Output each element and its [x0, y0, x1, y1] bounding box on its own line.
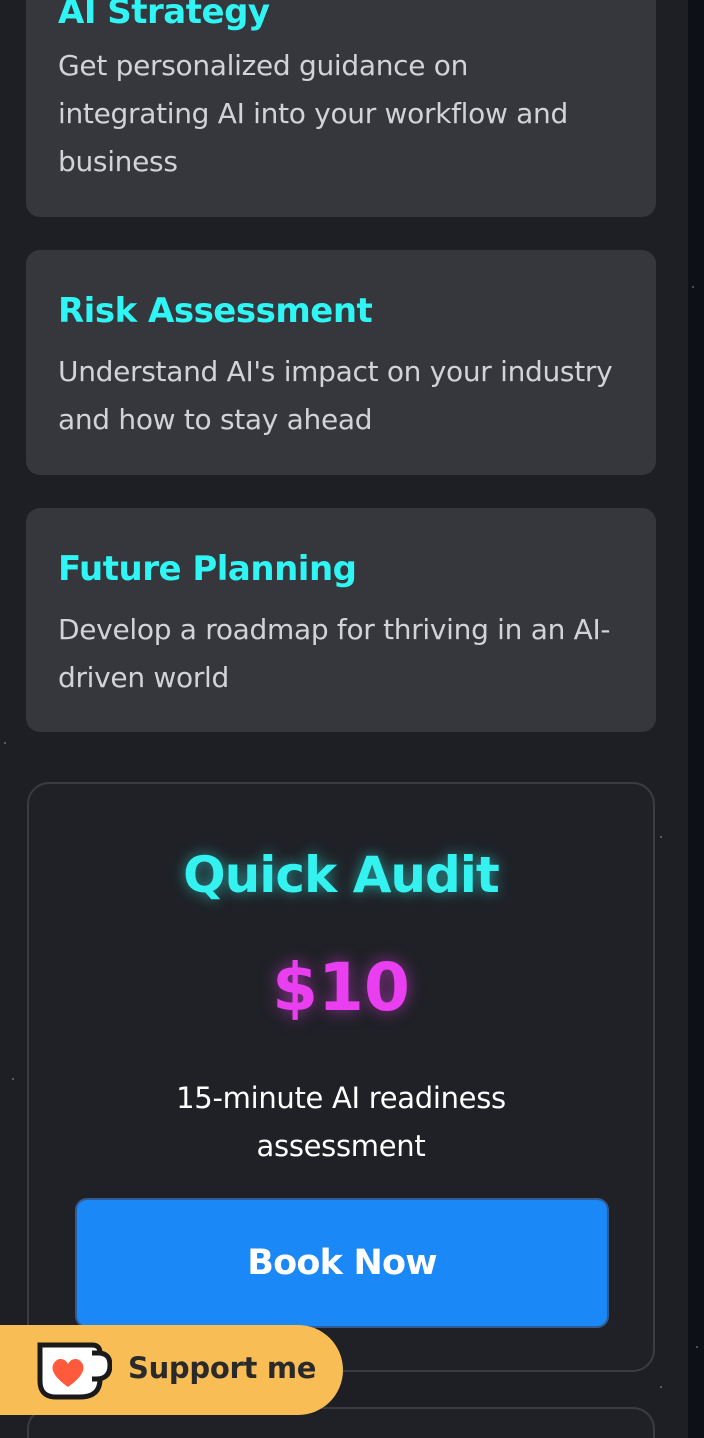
book-now-button[interactable]: Book Now: [77, 1200, 607, 1326]
service-card-description: Get personalized guidance on integrating…: [58, 49, 568, 178]
page: AI Strategy Get personalized guidance on…: [0, 0, 704, 1438]
pricing-card-quick-audit: Quick Audit $10 15-minute AI readiness a…: [27, 782, 655, 1372]
service-card-title: Risk Assessment: [58, 291, 373, 331]
service-card-title: AI Strategy: [58, 0, 270, 32]
service-card-risk-assessment: Risk Assessment Understand AI's impact o…: [26, 250, 656, 475]
service-card-title: Future Planning: [58, 549, 357, 589]
support-me-button[interactable]: Support me: [0, 1325, 343, 1415]
support-me-label: Support me: [128, 1351, 317, 1385]
pricing-description: 15-minute AI readiness assessment: [176, 1081, 506, 1163]
service-card-description: Develop a roadmap for thriving in an AI-…: [58, 613, 611, 694]
pricing-title: Quick Audit: [183, 846, 500, 904]
service-card-future-planning: Future Planning Develop a roadmap for th…: [26, 508, 656, 732]
pricing-price: $10: [272, 949, 410, 1026]
service-card-description: Understand AI's impact on your industry …: [58, 355, 613, 436]
service-card-ai-strategy: AI Strategy Get personalized guidance on…: [26, 0, 656, 217]
ko-fi-cup-heart-icon: [37, 1342, 112, 1400]
